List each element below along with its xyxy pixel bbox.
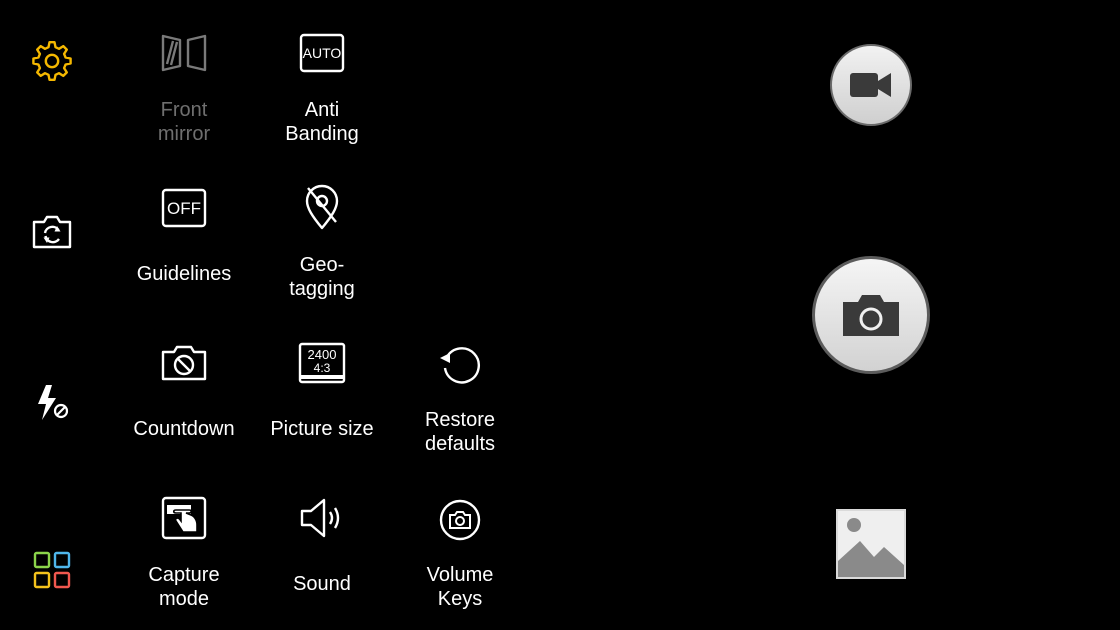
gallery-button[interactable] <box>836 509 906 579</box>
gallery-thumbnail-icon <box>838 511 904 577</box>
camera-settings-screen: Front mirror AUTO Anti Banding OFF Guide… <box>0 0 1120 630</box>
shutter-button[interactable] <box>812 256 930 374</box>
right-toolbar <box>0 0 1120 630</box>
video-camera-icon <box>850 73 891 97</box>
camera-icon <box>843 295 899 336</box>
record-video-button[interactable] <box>830 44 912 126</box>
